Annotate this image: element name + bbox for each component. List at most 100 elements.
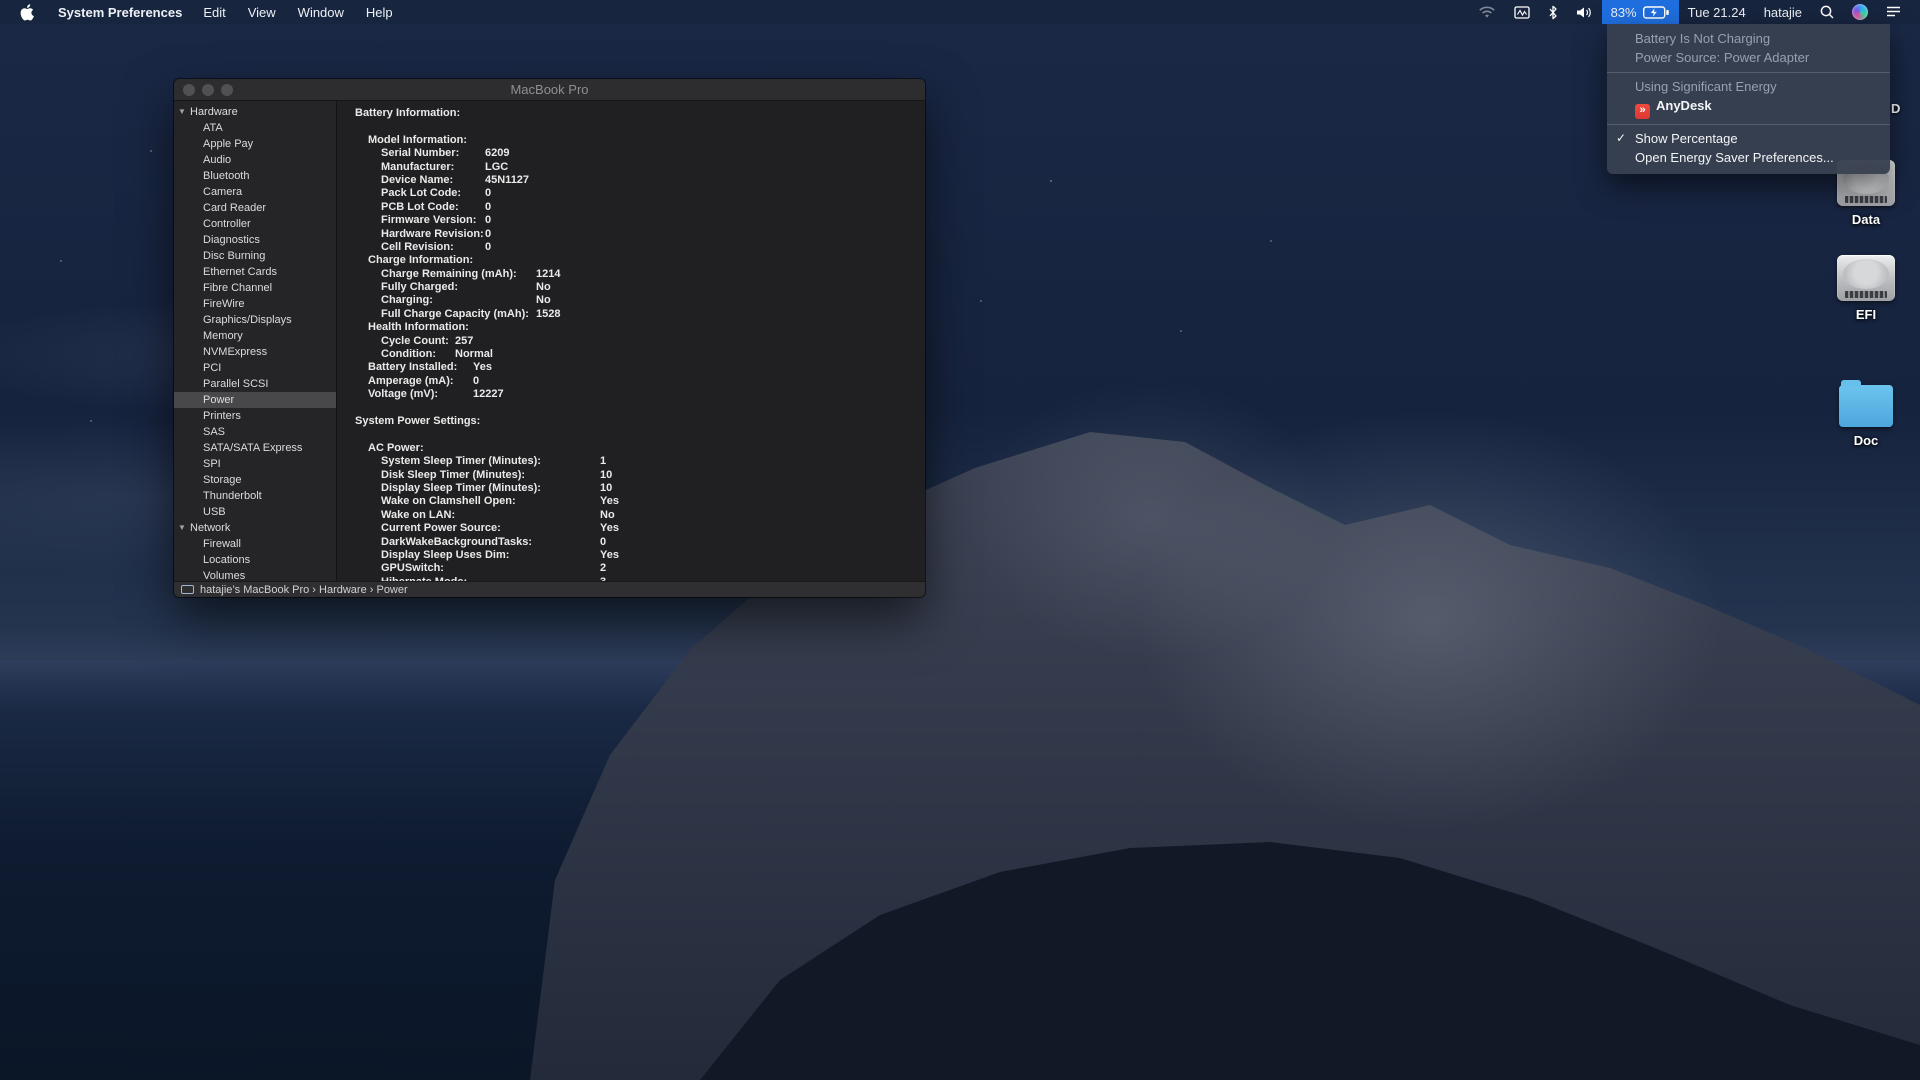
info-row: Display Sleep Timer (Minutes): 10 bbox=[381, 481, 613, 494]
disclosure-triangle-icon bbox=[191, 344, 203, 360]
desktop-icon[interactable]: Doc bbox=[1834, 380, 1898, 448]
disclosure-triangle-icon bbox=[191, 296, 203, 312]
sidebar-item[interactable]: Ethernet Cards bbox=[174, 264, 336, 280]
breadcrumb: hatajie’s MacBook Pro › Hardware › Power bbox=[200, 583, 408, 596]
info-row: Amperage (mA): 0 bbox=[368, 374, 480, 387]
wifi-menu-extra[interactable] bbox=[1469, 0, 1505, 24]
info-row: Firmware Version: 0 bbox=[381, 214, 492, 227]
bluetooth-icon bbox=[1549, 5, 1557, 19]
info-row: Wake on LAN: No bbox=[381, 508, 615, 521]
sidebar-item[interactable]: SPI bbox=[174, 456, 336, 472]
laptop-icon bbox=[181, 585, 194, 594]
sidebar-item[interactable]: Card Reader bbox=[174, 200, 336, 216]
sidebar-item[interactable]: Volumes bbox=[174, 568, 336, 581]
sidebar-item[interactable]: ATA bbox=[174, 120, 336, 136]
spotlight-menu-extra[interactable] bbox=[1811, 0, 1843, 24]
sidebar-item[interactable]: Locations bbox=[174, 552, 336, 568]
notification-center-menu-extra[interactable] bbox=[1877, 0, 1910, 24]
battery-menu-extra[interactable]: 83% bbox=[1601, 0, 1679, 24]
volume-menu-extra[interactable] bbox=[1567, 0, 1602, 24]
info-row: Fully Charged: No bbox=[381, 281, 551, 294]
info-row: Health Information: bbox=[368, 321, 469, 334]
sidebar-item[interactable]: ▼ Network bbox=[174, 520, 336, 536]
disclosure-triangle-icon bbox=[191, 168, 203, 184]
sidebar-item[interactable]: Power bbox=[174, 392, 336, 408]
sidebar-item[interactable]: Fibre Channel bbox=[174, 280, 336, 296]
siri-menu-extra[interactable] bbox=[1843, 0, 1877, 24]
sidebar-item[interactable]: Printers bbox=[174, 408, 336, 424]
system-information-window[interactable]: MacBook Pro ▼ Hardware ATA Apple Pay Aud… bbox=[174, 79, 925, 597]
traffic-lights[interactable] bbox=[183, 84, 233, 96]
window-title-bar[interactable]: MacBook Pro bbox=[174, 79, 925, 101]
disclosure-triangle-icon bbox=[191, 440, 203, 456]
close-button[interactable] bbox=[183, 84, 195, 96]
sidebar-item[interactable]: Audio bbox=[174, 152, 336, 168]
sidebar-item[interactable]: SATA/SATA Express bbox=[174, 440, 336, 456]
zoom-button[interactable] bbox=[221, 84, 233, 96]
monitor-waveform-icon bbox=[1513, 5, 1530, 19]
disclosure-triangle-icon bbox=[191, 456, 203, 472]
disclosure-triangle-icon bbox=[191, 472, 203, 488]
menu-item[interactable]: View bbox=[237, 5, 287, 20]
sidebar-item[interactable]: Apple Pay bbox=[174, 136, 336, 152]
sidebar-item[interactable]: USB bbox=[174, 504, 336, 520]
disclosure-triangle-icon bbox=[191, 488, 203, 504]
sidebar-item[interactable]: Parallel SCSI bbox=[174, 376, 336, 392]
info-row: Charge Information: bbox=[368, 254, 474, 267]
minimize-button[interactable] bbox=[202, 84, 214, 96]
sidebar-item[interactable]: Diagnostics bbox=[174, 232, 336, 248]
info-row: Manufacturer: LGC bbox=[381, 160, 509, 173]
menu-item[interactable]: Edit bbox=[192, 5, 236, 20]
info-row: System Sleep Timer (Minutes): 1 bbox=[381, 455, 607, 468]
sidebar-item[interactable]: Storage bbox=[174, 472, 336, 488]
sidebar-item[interactable]: SAS bbox=[174, 424, 336, 440]
checkmark-icon: ✓ bbox=[1616, 131, 1627, 145]
info-row: Hardware Revision: 0 bbox=[381, 227, 492, 240]
sidebar-item[interactable]: Memory bbox=[174, 328, 336, 344]
battery-status-text: Power Source: Power Adapter bbox=[1635, 50, 1810, 65]
sidebar-item[interactable]: Thunderbolt bbox=[174, 488, 336, 504]
bluetooth-menu-extra[interactable] bbox=[1539, 0, 1567, 24]
info-row bbox=[355, 120, 925, 133]
info-row: Battery Installed: Yes bbox=[368, 361, 492, 374]
disclosure-triangle-icon bbox=[191, 184, 203, 200]
disclosure-triangle-icon bbox=[191, 280, 203, 296]
menu-item[interactable]: Window bbox=[287, 5, 355, 20]
info-row: AC Power: bbox=[368, 441, 424, 454]
desktop-icon[interactable]: EFI bbox=[1834, 255, 1898, 322]
sidebar-item[interactable]: Graphics/Displays bbox=[174, 312, 336, 328]
disclosure-triangle-icon bbox=[191, 328, 203, 344]
desktop-icon-label: Data bbox=[1851, 212, 1881, 227]
sidebar-item[interactable]: ▼ Hardware bbox=[174, 104, 336, 120]
menu-item[interactable]: Help bbox=[355, 5, 404, 20]
anydesk-menu-extra[interactable] bbox=[1505, 0, 1539, 24]
battery-status-text: Battery Is Not Charging bbox=[1635, 30, 1771, 46]
system-info-sidebar: ▼ Hardware ATA Apple Pay Audio Bluetooth… bbox=[174, 101, 337, 581]
apple-menu[interactable] bbox=[10, 3, 48, 21]
sidebar-item[interactable]: Disc Burning bbox=[174, 248, 336, 264]
sidebar-item[interactable]: Controller bbox=[174, 216, 336, 232]
energy-header: Using Significant Energy bbox=[1635, 78, 1777, 94]
energy-app-item[interactable]: » AnyDesk bbox=[1607, 97, 1890, 121]
user-menu-extra[interactable]: hatajie bbox=[1755, 5, 1811, 20]
menu-separator bbox=[1607, 72, 1890, 73]
sidebar-item[interactable]: NVMExpress bbox=[174, 344, 336, 360]
info-row: Pack Lot Code: 0 bbox=[381, 187, 492, 200]
sidebar-item[interactable]: Firewall bbox=[174, 536, 336, 552]
sidebar-item[interactable]: PCI bbox=[174, 360, 336, 376]
desktop-icon-label: EFI bbox=[1855, 307, 1877, 322]
battery-menu: Battery Is Not Charging Power Source: Pow… bbox=[1607, 24, 1890, 174]
menu-separator bbox=[1607, 124, 1890, 125]
info-row: Cycle Count: 257 bbox=[381, 334, 474, 347]
menu-item[interactable]: ✓ Show Percentage bbox=[1607, 129, 1890, 149]
info-row: Battery Information: bbox=[355, 107, 461, 119]
sidebar-item[interactable]: Bluetooth bbox=[174, 168, 336, 184]
active-app-menu[interactable]: System Preferences bbox=[48, 5, 192, 20]
info-row: Charging: No bbox=[381, 294, 551, 307]
menu-item[interactable]: Open Energy Saver Preferences... bbox=[1607, 149, 1890, 169]
battery-icon bbox=[1642, 5, 1669, 19]
menu-bar: System Preferences EditViewWindowHelp bbox=[0, 0, 1920, 24]
clock[interactable]: Tue 21.24 bbox=[1679, 5, 1755, 20]
sidebar-item[interactable]: FireWire bbox=[174, 296, 336, 312]
sidebar-item[interactable]: Camera bbox=[174, 184, 336, 200]
